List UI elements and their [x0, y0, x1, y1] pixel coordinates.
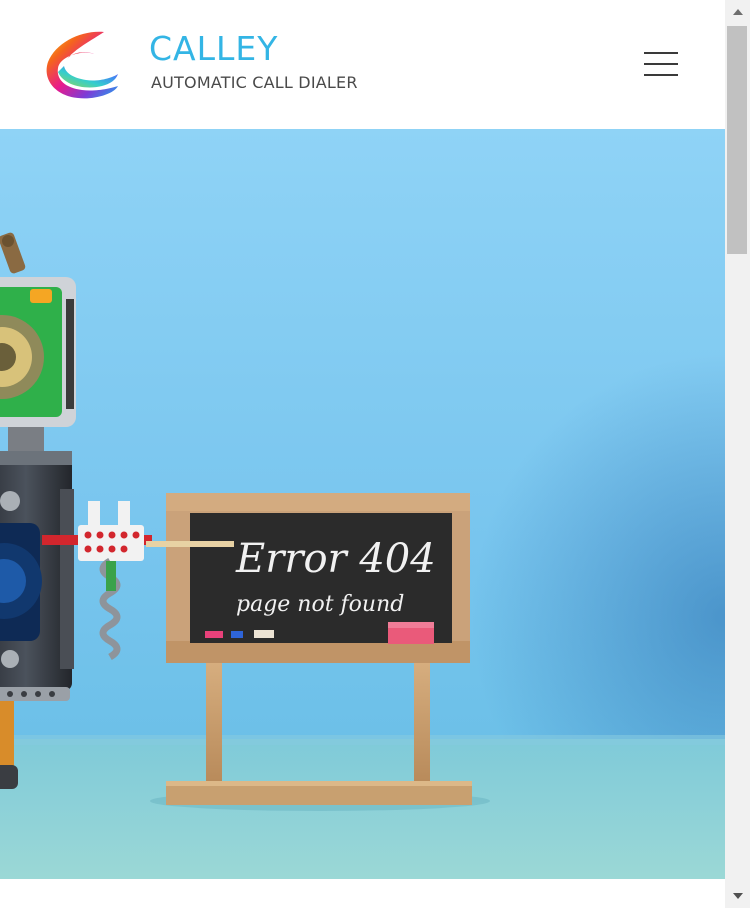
chalkboard-subtext: page not found [236, 592, 404, 617]
scroll-thumb[interactable] [727, 26, 747, 254]
home-logo-link[interactable]: CALLEY AUTOMATIC CALL DIALER [40, 24, 370, 106]
menu-bar [644, 74, 678, 76]
brand-name: CALLEY [149, 29, 279, 68]
scroll-down-arrow-icon[interactable] [725, 884, 750, 908]
page-viewport: CALLEY AUTOMATIC CALL DIALER Error 404 p… [0, 0, 725, 908]
robot-chalkboard-illustration: Error 404 page not found [0, 129, 725, 879]
menu-bar [644, 63, 678, 65]
error-404-hero-image: Error 404 page not found [0, 129, 725, 879]
site-header: CALLEY AUTOMATIC CALL DIALER [0, 0, 725, 129]
menu-bar [644, 52, 678, 54]
chalkboard-error-text: Error 404 [235, 536, 436, 582]
brand-tagline: AUTOMATIC CALL DIALER [151, 73, 358, 92]
calley-logo-icon [46, 31, 118, 99]
hamburger-menu-icon[interactable] [639, 46, 683, 82]
scroll-up-arrow-icon[interactable] [725, 0, 750, 24]
vertical-scrollbar[interactable] [725, 0, 750, 908]
below-fold-area [0, 879, 725, 908]
